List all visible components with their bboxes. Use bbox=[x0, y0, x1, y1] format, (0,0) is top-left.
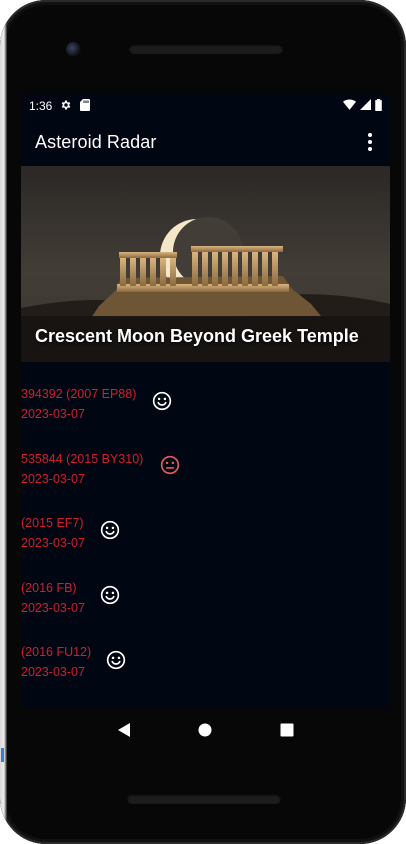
asteroid-date: 2023-03-07 bbox=[21, 407, 85, 421]
back-icon[interactable] bbox=[112, 718, 136, 742]
overflow-menu-icon[interactable] bbox=[360, 130, 380, 154]
phone-device-frame: 1:36 Asteroid Radar Crescent Moon Beyond… bbox=[0, 0, 406, 844]
asteroid-date: 2023-03-07 bbox=[21, 665, 85, 679]
app-screen: 1:36 Asteroid Radar Crescent Moon Beyond… bbox=[21, 94, 390, 708]
home-icon[interactable] bbox=[193, 718, 217, 742]
battery-icon bbox=[375, 98, 382, 114]
asteroid-name: (2015 EF7) bbox=[21, 516, 84, 530]
asteroid-date: 2023-03-07 bbox=[21, 536, 85, 550]
asteroid-row[interactable]: 394392 (2007 EP88) 2023-03-07 bbox=[21, 387, 390, 447]
asteroid-name: 535844 (2015 BY310) bbox=[21, 452, 144, 466]
sd-card-icon bbox=[80, 98, 91, 114]
neutral-face-icon bbox=[160, 455, 180, 480]
app-title: Asteroid Radar bbox=[35, 131, 157, 152]
asteroid-row[interactable]: (2016 FB) 2023-03-07 bbox=[21, 581, 390, 641]
asteroid-date: 2023-03-07 bbox=[21, 601, 85, 615]
asteroid-row[interactable]: 535844 (2015 BY310) 2023-03-07 bbox=[21, 452, 390, 512]
settings-icon bbox=[60, 99, 72, 114]
status-bar: 1:36 bbox=[21, 94, 390, 118]
asteroid-date: 2023-03-07 bbox=[21, 472, 85, 486]
status-time: 1:36 bbox=[29, 99, 53, 113]
asteroid-name: (2016 FU12) bbox=[21, 645, 92, 659]
system-navigation-bar bbox=[21, 708, 390, 752]
asteroid-name: 394392 (2007 EP88) bbox=[21, 387, 137, 401]
strip-marker bbox=[1, 12, 4, 22]
earpiece-speaker bbox=[129, 44, 283, 54]
smile-icon bbox=[100, 520, 120, 545]
smile-icon bbox=[106, 650, 126, 675]
asteroid-row[interactable]: (2016 FU12) 2023-03-07 bbox=[21, 645, 390, 705]
asteroid-name: (2016 FB) bbox=[21, 581, 77, 595]
front-camera bbox=[66, 42, 81, 57]
emulator-side-strip bbox=[0, 0, 7, 844]
picture-of-day-title: Crescent Moon Beyond Greek Temple bbox=[35, 326, 359, 346]
app-toolbar: Asteroid Radar bbox=[21, 118, 390, 166]
recents-icon[interactable] bbox=[275, 718, 299, 742]
wifi-icon bbox=[343, 99, 356, 113]
bottom-speaker bbox=[127, 794, 281, 804]
picture-of-day: Crescent Moon Beyond Greek Temple bbox=[21, 166, 390, 362]
strip-marker bbox=[1, 748, 4, 762]
signal-icon bbox=[360, 99, 371, 113]
smile-icon bbox=[152, 391, 172, 416]
asteroid-row[interactable]: (2015 EF7) 2023-03-07 bbox=[21, 516, 390, 576]
smile-icon bbox=[100, 585, 120, 610]
